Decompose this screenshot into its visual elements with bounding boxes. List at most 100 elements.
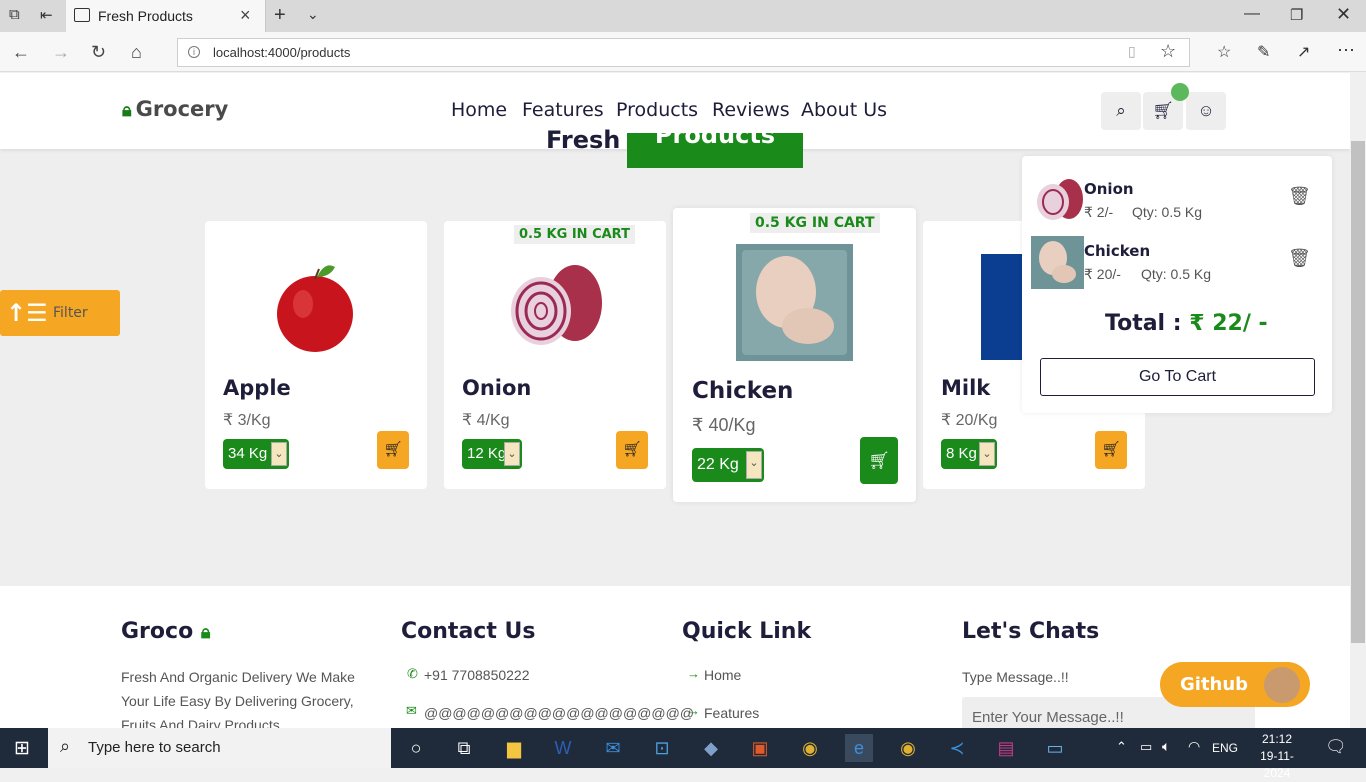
avatar: [1264, 667, 1300, 703]
product-price: ₹ 4/Kg: [462, 412, 510, 429]
search-button[interactable]: ⌕: [1101, 92, 1141, 130]
wifi-icon[interactable]: ◠: [1188, 738, 1200, 755]
product-price: ₹ 3/Kg: [223, 412, 271, 429]
browser-tab[interactable]: Fresh Products ×: [66, 0, 266, 32]
go-to-cart-button[interactable]: Go To Cart: [1040, 358, 1315, 396]
trash-icon[interactable]: 🗑︎: [1288, 186, 1311, 207]
volume-icon[interactable]: 🔈︎: [1162, 738, 1170, 755]
winrar-icon[interactable]: ▤: [992, 734, 1020, 762]
product-name: Milk: [941, 376, 991, 400]
close-window-icon[interactable]: ✕: [1336, 4, 1351, 25]
search-icon: ⌕: [60, 736, 71, 756]
trash-icon[interactable]: 🗑︎: [1288, 248, 1311, 269]
home-icon[interactable]: ⌂: [131, 42, 142, 63]
contact-email[interactable]: @@@@@@@@@@@@@@@@@@@: [424, 705, 694, 721]
scrollbar[interactable]: [1350, 73, 1366, 728]
nav-features[interactable]: Features: [522, 99, 604, 121]
nav-products[interactable]: Products: [616, 99, 698, 121]
back-icon[interactable]: ←: [12, 42, 30, 63]
footer-description: Fresh And Organic Delivery We Make: [121, 669, 355, 685]
add-to-cart-button[interactable]: 🛒︎: [1095, 431, 1127, 469]
phone-icon: ✆: [407, 666, 418, 681]
github-button[interactable]: Github: [1160, 662, 1310, 707]
product-name: Onion: [462, 376, 532, 400]
favorite-star-icon[interactable]: ☆: [1160, 41, 1176, 62]
minimize-icon[interactable]: —: [1244, 5, 1260, 23]
product-price: ₹ 20/Kg: [941, 412, 998, 429]
footer-link-home[interactable]: Home: [704, 667, 741, 683]
edge-icon[interactable]: e: [845, 734, 873, 762]
share-icon[interactable]: ↗: [1297, 42, 1310, 62]
filter-label: Filter: [53, 305, 88, 321]
product-name: Chicken: [692, 378, 794, 404]
product-card-apple: Apple ₹ 3/Kg 34 Kg ⌄ 🛒︎: [205, 221, 427, 489]
task-view-icon[interactable]: ⧉: [450, 734, 478, 762]
file-explorer-icon[interactable]: ▆: [500, 734, 528, 762]
mail-icon[interactable]: ✉: [599, 734, 627, 762]
cart-icon: 🛒︎: [622, 441, 642, 458]
dolphin-app-icon[interactable]: ◆: [697, 734, 725, 762]
notification-icon[interactable]: 🗨︎: [1325, 737, 1347, 757]
nav-reviews[interactable]: Reviews: [712, 99, 790, 121]
quantity-value: 8 Kg: [946, 445, 977, 462]
taskbar-search-text: Type here to search: [88, 739, 221, 756]
github-label: Github: [1180, 674, 1249, 695]
restore-icon[interactable]: ❐: [1290, 6, 1303, 24]
chat-title: Let's Chats: [962, 619, 1100, 644]
chrome-profile-icon[interactable]: ◉: [894, 734, 922, 762]
apple-image: [277, 265, 353, 352]
battery-icon[interactable]: ▭: [1140, 739, 1152, 755]
cart-icon: 🛒︎: [383, 441, 403, 458]
cart-item-price: ₹ 20/-: [1084, 266, 1121, 282]
quantity-select[interactable]: 22 Kg ⌄: [692, 448, 764, 482]
account-button[interactable]: ☺: [1186, 92, 1226, 130]
basket-icon: 🔒︎: [200, 622, 211, 643]
nav-about-us[interactable]: About Us: [801, 99, 887, 121]
cortana-icon[interactable]: ○: [402, 734, 430, 762]
url-field[interactable]: i localhost:4000/products: [177, 38, 1190, 67]
filter-button[interactable]: ↑☰ Filter: [0, 290, 120, 336]
window-app-icon[interactable]: ▭: [1041, 734, 1069, 762]
search-icon: ⌕: [1116, 101, 1126, 120]
reading-view-icon[interactable]: ▯: [1128, 43, 1136, 60]
windows-start-icon[interactable]: ⊞: [14, 737, 30, 760]
logo[interactable]: 🔒︎ Grocery: [122, 97, 228, 121]
taskbar-search[interactable]: ⌕ Type here to search: [48, 728, 391, 768]
product-price: ₹ 40/Kg: [692, 415, 756, 435]
close-tab-icon[interactable]: ×: [240, 5, 251, 26]
footer-link-features[interactable]: Features: [704, 705, 759, 721]
quantity-select[interactable]: 8 Kg ⌄: [941, 439, 997, 469]
add-to-cart-button[interactable]: 🛒︎: [860, 437, 898, 484]
quantity-select[interactable]: 12 Kg ⌄: [462, 439, 522, 469]
quantity-select[interactable]: 34 Kg ⌄: [223, 439, 289, 469]
add-to-cart-button[interactable]: 🛒︎: [377, 431, 409, 469]
chevron-down-icon[interactable]: ⌄: [307, 6, 319, 23]
contact-phone[interactable]: +91 7708850222: [424, 667, 530, 683]
cart-icon: 🛒︎: [1152, 101, 1174, 120]
store-icon[interactable]: ⊡: [648, 734, 676, 762]
new-tab-icon[interactable]: +: [274, 4, 286, 27]
vscode-icon[interactable]: ≺: [943, 734, 971, 762]
clock[interactable]: 21:12 19-11-2024: [1248, 731, 1306, 782]
refresh-icon[interactable]: ↻: [91, 42, 106, 63]
language-indicator[interactable]: ENG: [1212, 741, 1238, 755]
chevron-down-icon: ⌄: [979, 442, 995, 466]
media-app-icon[interactable]: ▣: [746, 734, 774, 762]
chevron-down-icon: ⌄: [504, 442, 520, 466]
forward-icon[interactable]: →: [52, 42, 70, 63]
chevron-up-icon[interactable]: ⌃: [1116, 739, 1127, 755]
more-icon[interactable]: ⋯: [1337, 40, 1355, 61]
cart-item-image: [1037, 179, 1083, 220]
scrollbar-thumb[interactable]: [1351, 141, 1365, 643]
info-icon[interactable]: i: [188, 46, 200, 58]
add-to-cart-button[interactable]: 🛒︎: [616, 431, 648, 469]
chrome-icon[interactable]: ◉: [796, 734, 824, 762]
product-name: Apple: [223, 376, 291, 400]
set-aside-tabs-icon[interactable]: ⇤: [40, 6, 53, 24]
product-card-onion: 0.5 KG IN CART Onion ₹ 4/Kg 12 Kg ⌄ 🛒︎: [444, 221, 666, 489]
favorites-icon[interactable]: ☆: [1217, 42, 1231, 62]
word-icon[interactable]: W: [549, 734, 577, 762]
pen-icon[interactable]: ✎: [1257, 42, 1270, 62]
nav-home[interactable]: Home: [451, 99, 507, 121]
tab-actions-icon[interactable]: ⧉: [9, 6, 20, 23]
